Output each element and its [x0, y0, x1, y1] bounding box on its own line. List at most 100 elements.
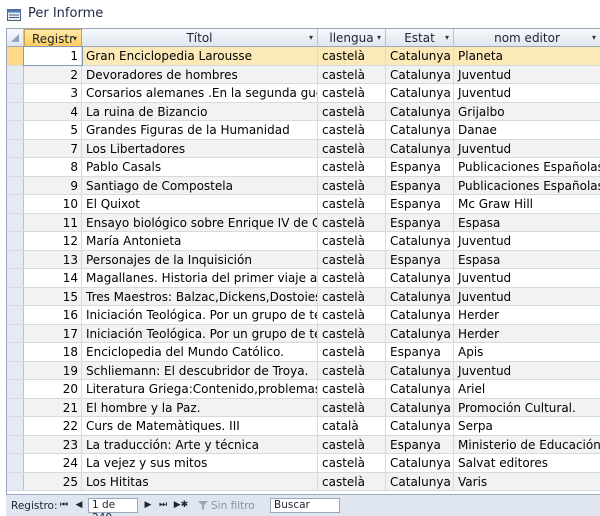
nom-editor-cell[interactable]: Ministerio de Educación y [454, 436, 600, 454]
row-selector[interactable] [7, 47, 24, 65]
nom-editor-cell[interactable]: Juventud [454, 269, 600, 287]
current-record-field[interactable]: 1 de 240 [88, 498, 138, 516]
llengua-cell[interactable]: castelà [318, 139, 386, 157]
column-header-estat[interactable]: Estat ▾ [386, 29, 454, 47]
estat-cell[interactable]: Catalunya [386, 47, 454, 65]
titol-cell[interactable]: Curs de Matemàtiques. III [82, 417, 318, 435]
llengua-cell[interactable]: castelà [318, 121, 386, 139]
titol-cell[interactable]: Literatura Griega:Contenido,problemas y [82, 380, 318, 398]
nom-editor-cell[interactable]: Publicaciones Españolas [454, 177, 600, 195]
estat-cell[interactable]: Catalunya [386, 472, 454, 490]
row-selector[interactable] [7, 454, 24, 472]
row-selector[interactable] [7, 380, 24, 398]
titol-cell[interactable]: Devoradores de hombres [82, 65, 318, 83]
estat-cell[interactable]: Catalunya [386, 306, 454, 324]
estat-cell[interactable]: Catalunya [386, 324, 454, 342]
row-selector[interactable] [7, 195, 24, 213]
table-row[interactable]: 23 La traducción: Arte y técnica castelà Es… [7, 435, 600, 454]
nom-editor-cell[interactable]: Mc Graw Hill [454, 195, 600, 213]
estat-cell[interactable]: Catalunya [386, 102, 454, 120]
llengua-cell[interactable]: castelà [318, 454, 386, 472]
table-row[interactable]: 20 Literatura Griega:Contenido,problemas … [7, 380, 600, 399]
row-selector[interactable] [7, 306, 24, 324]
row-selector[interactable] [7, 250, 24, 268]
filter-toggle-button[interactable]: Sin filtro [198, 500, 255, 512]
registre-cell[interactable]: 23 [24, 435, 82, 453]
nom-editor-cell[interactable]: Juventud [454, 66, 600, 84]
llengua-cell[interactable]: català [318, 417, 386, 435]
column-dropdown-icon[interactable]: ▾ [73, 30, 77, 46]
registre-cell[interactable]: 11 [24, 213, 82, 231]
registre-cell[interactable]: 14 [24, 269, 82, 287]
titol-cell[interactable]: Gran Enciclopedia Larousse [82, 47, 318, 65]
llengua-cell[interactable]: castelà [318, 343, 386, 361]
registre-cell[interactable]: 4 [24, 102, 82, 120]
registre-cell[interactable]: 19 [24, 361, 82, 379]
titol-cell[interactable]: La vejez y sus mitos [82, 454, 318, 472]
row-selector[interactable] [7, 102, 24, 120]
column-header-titol[interactable]: Títol ▾ [82, 29, 318, 47]
llengua-cell[interactable]: castelà [318, 47, 386, 65]
table-row[interactable]: 18 Enciclopedia del Mundo Católico. castel… [7, 343, 600, 362]
titol-cell[interactable]: El hombre y la Paz. [82, 398, 318, 416]
registre-cell[interactable]: 16 [24, 306, 82, 324]
llengua-cell[interactable]: castelà [318, 380, 386, 398]
titol-cell[interactable]: Schliemann: El descubridor de Troya. [82, 361, 318, 379]
row-selector[interactable] [7, 232, 24, 250]
titol-cell[interactable]: Santiago de Compostela [82, 176, 318, 194]
last-record-button[interactable]: ⏭ [157, 499, 169, 512]
nom-editor-cell[interactable]: Varis [454, 473, 600, 491]
table-row[interactable]: 15 Tres Maestros: Balzac,Dickens,Dostoies… [7, 287, 600, 306]
previous-record-button[interactable]: ◀ [73, 499, 85, 512]
column-dropdown-icon[interactable]: ▾ [445, 29, 449, 47]
estat-cell[interactable]: Espanya [386, 213, 454, 231]
datasheet-grid[interactable]: Registr ▾ Títol ▾ llengua ▾ Estat ▾ nom … [6, 28, 600, 494]
nom-editor-cell[interactable]: Grijalbo [454, 103, 600, 121]
titol-cell[interactable]: Magallanes. Historia del primer viaje al… [82, 269, 318, 287]
registre-cell[interactable]: 20 [24, 380, 82, 398]
table-row[interactable]: 25 Los Hititas castelà Catalunya Varis [7, 472, 600, 491]
nom-editor-cell[interactable]: Danae [454, 121, 600, 139]
estat-cell[interactable]: Espanya [386, 435, 454, 453]
table-row[interactable]: 22 Curs de Matemàtiques. III català Catalun… [7, 417, 600, 436]
nom-editor-cell[interactable]: Juventud [454, 288, 600, 306]
llengua-cell[interactable]: castelà [318, 195, 386, 213]
nom-editor-cell[interactable]: Juventud [454, 140, 600, 158]
row-selector[interactable] [7, 435, 24, 453]
nom-editor-cell[interactable]: Publicaciones Españolas [454, 158, 600, 176]
llengua-cell[interactable]: castelà [318, 287, 386, 305]
estat-cell[interactable]: Catalunya [386, 417, 454, 435]
llengua-cell[interactable]: castelà [318, 65, 386, 83]
column-dropdown-icon[interactable]: ▾ [592, 29, 596, 47]
table-row[interactable]: 7 Los Libertadores castelà Catalunya Juventu… [7, 139, 600, 158]
row-selector[interactable] [7, 269, 24, 287]
estat-cell[interactable]: Catalunya [386, 232, 454, 250]
registre-cell[interactable]: 18 [24, 343, 82, 361]
estat-cell[interactable]: Catalunya [386, 454, 454, 472]
llengua-cell[interactable]: castelà [318, 250, 386, 268]
select-all-button[interactable] [7, 29, 24, 47]
registre-cell[interactable]: 22 [24, 417, 82, 435]
table-row[interactable]: 11 Ensayo biológico sobre Enrique IV de C… [7, 213, 600, 232]
estat-cell[interactable]: Catalunya [386, 84, 454, 102]
table-row[interactable]: 10 El Quixot castelà Espanya Mc Graw Hill [7, 195, 600, 214]
table-row[interactable]: 9 Santiago de Compostela castelà Espanya Pub… [7, 176, 600, 195]
table-row[interactable]: 13 Personajes de la Inquisición castelà Esp… [7, 250, 600, 269]
row-selector[interactable] [7, 361, 24, 379]
first-record-button[interactable]: ⏮ [58, 499, 70, 512]
column-header-registre[interactable]: Registr ▾ [24, 29, 82, 47]
registre-cell[interactable]: 3 [24, 84, 82, 102]
estat-cell[interactable]: Espanya [386, 176, 454, 194]
llengua-cell[interactable]: castelà [318, 232, 386, 250]
estat-cell[interactable]: Espanya [386, 195, 454, 213]
llengua-cell[interactable]: castelà [318, 306, 386, 324]
row-selector[interactable] [7, 417, 24, 435]
table-row[interactable]: 24 La vejez y sus mitos castelà Catalunya Sa… [7, 454, 600, 473]
nom-editor-cell[interactable]: Juventud [454, 84, 600, 102]
llengua-cell[interactable]: castelà [318, 398, 386, 416]
search-input[interactable]: Buscar [270, 498, 340, 513]
estat-cell[interactable]: Espanya [386, 158, 454, 176]
registre-cell[interactable]: 12 [24, 232, 82, 250]
table-row[interactable]: 3 Corsarios alemanes .En la segunda guerr… [7, 84, 600, 103]
llengua-cell[interactable]: castelà [318, 213, 386, 231]
